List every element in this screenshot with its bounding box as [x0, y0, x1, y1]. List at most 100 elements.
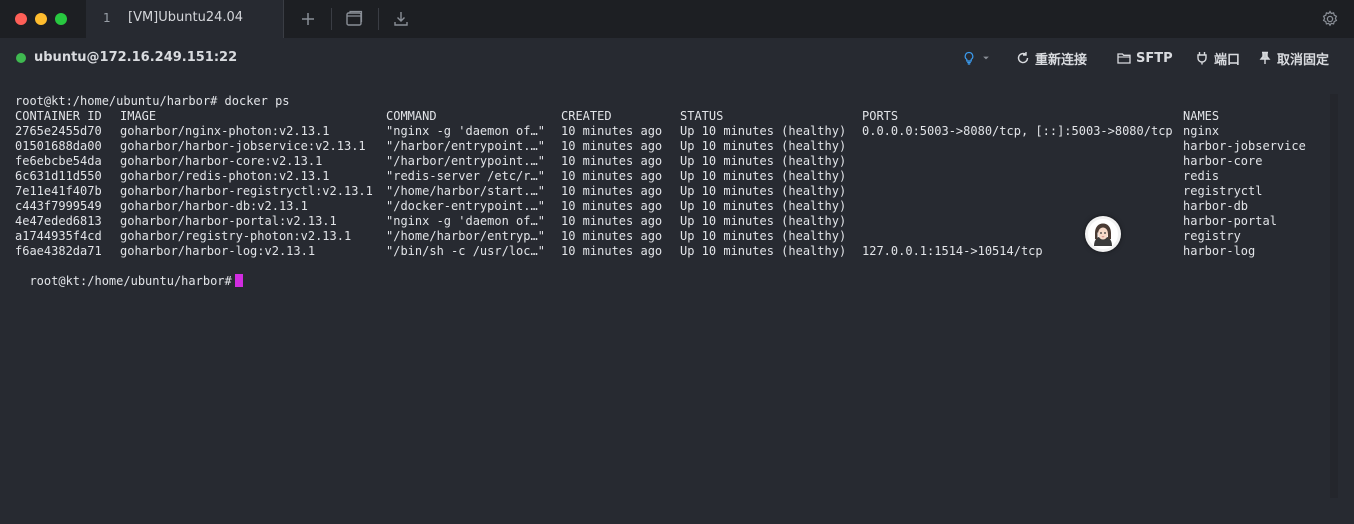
- cell-image: goharbor/harbor-portal:v2.13.1: [120, 214, 337, 228]
- cell-container-id: 7e11e41f407b: [15, 184, 102, 198]
- header-names: NAMES: [1183, 109, 1220, 123]
- header-container-id: CONTAINER ID: [15, 109, 102, 123]
- command-line: root@kt:/home/ubuntu/harbor# docker ps: [15, 94, 290, 108]
- cell-image: goharbor/registry-photon:v2.13.1: [120, 229, 352, 243]
- cell-container-id: a1744935f4cd: [15, 229, 102, 243]
- cell-container-id: 6c631d11d550: [15, 169, 102, 183]
- cell-image: goharbor/redis-photon:v2.13.1: [120, 169, 330, 183]
- cell-names: nginx: [1183, 124, 1220, 138]
- table-row: 4e47eded6813 goharbor/harbor-portal:v2.1…: [15, 214, 1277, 229]
- cell-status: Up 10 minutes (healthy): [680, 244, 847, 258]
- cell-status: Up 10 minutes (healthy): [680, 139, 847, 153]
- unpin-button[interactable]: 取消固定: [1258, 49, 1330, 68]
- avatar[interactable]: [1085, 216, 1121, 252]
- cell-created: 10 minutes ago: [561, 199, 663, 213]
- cell-created: 10 minutes ago: [561, 169, 663, 183]
- cell-names: registry: [1183, 229, 1241, 243]
- cell-container-id: c443f7999549: [15, 199, 102, 213]
- tab-title: [VM]Ubuntu24.04: [128, 10, 244, 25]
- cell-command: "/harbor/entrypoint.…": [386, 139, 545, 153]
- download-icon[interactable]: [391, 9, 411, 29]
- cell-status: Up 10 minutes (healthy): [680, 199, 847, 213]
- cell-created: 10 minutes ago: [561, 244, 663, 258]
- toolbar-divider: [331, 8, 332, 30]
- folder-icon: [1117, 53, 1131, 64]
- cell-status: Up 10 minutes (healthy): [680, 214, 847, 228]
- table-header: CONTAINER ID IMAGE COMMAND CREATED STATU…: [15, 109, 1219, 124]
- sftp-label: SFTP: [1136, 50, 1173, 66]
- port-forward-button[interactable]: 端口: [1195, 49, 1241, 68]
- maximize-window-button[interactable]: [55, 13, 67, 25]
- cell-image: goharbor/harbor-db:v2.13.1: [120, 199, 308, 213]
- table-row: fe6ebcbe54da goharbor/harbor-core:v2.13.…: [15, 154, 1262, 169]
- gear-icon[interactable]: [1320, 9, 1340, 29]
- cell-image: goharbor/nginx-photon:v2.13.1: [120, 124, 330, 138]
- table-row: 01501688da00 goharbor/harbor-jobservice:…: [15, 139, 1306, 154]
- cell-created: 10 minutes ago: [561, 214, 663, 228]
- prompt-line: root@kt:/home/ubuntu/harbor#: [15, 259, 243, 288]
- header-status: STATUS: [680, 109, 724, 123]
- cell-container-id: 2765e2455d70: [15, 124, 102, 138]
- connection-bar: ubuntu@172.16.249.151:22 重新连接 SFTP 端口 取消…: [0, 38, 1354, 78]
- cell-command: "/harbor/entrypoint.…": [386, 154, 545, 168]
- plug-icon: [1197, 52, 1207, 65]
- table-row: a1744935f4cd goharbor/registry-photon:v2…: [15, 229, 1241, 244]
- cell-names: harbor-log: [1183, 244, 1256, 258]
- cell-names: harbor-jobservice: [1183, 139, 1306, 153]
- cell-command: "/home/harbor/start.…": [386, 184, 545, 198]
- cell-status: Up 10 minutes (healthy): [680, 124, 847, 138]
- cell-ports: 127.0.0.1:1514->10514/tcp: [862, 244, 1043, 258]
- table-row: 2765e2455d70 goharbor/nginx-photon:v2.13…: [15, 124, 1219, 139]
- cell-names: harbor-db: [1183, 199, 1249, 213]
- cell-names: harbor-core: [1183, 154, 1263, 168]
- reconnect-label: 重新连接: [1035, 52, 1088, 68]
- table-row: f6ae4382da71 goharbor/harbor-log:v2.13.1…: [15, 244, 1255, 259]
- terminal-scrollbar[interactable]: [1330, 94, 1338, 498]
- table-row: c443f7999549 goharbor/harbor-db:v2.13.1 …: [15, 199, 1248, 214]
- cell-image: goharbor/harbor-jobservice:v2.13.1: [120, 139, 366, 153]
- cell-command: "/docker-entrypoint.…": [386, 199, 545, 213]
- cell-container-id: 4e47eded6813: [15, 214, 102, 228]
- title-bar: 1 [VM]Ubuntu24.04: [0, 0, 1354, 38]
- tips-dropdown[interactable]: [962, 49, 991, 67]
- table-row: 6c631d11d550 goharbor/redis-photon:v2.13…: [15, 169, 1219, 184]
- cell-status: Up 10 minutes (healthy): [680, 154, 847, 168]
- cell-ports: 0.0.0.0:5003->8080/tcp, [::]:5003->8080/…: [862, 124, 1173, 138]
- cell-status: Up 10 minutes (healthy): [680, 184, 847, 198]
- cell-created: 10 minutes ago: [561, 139, 663, 153]
- unpin-label: 取消固定: [1277, 52, 1330, 68]
- cell-container-id: fe6ebcbe54da: [15, 154, 102, 168]
- cell-created: 10 minutes ago: [561, 229, 663, 243]
- cell-image: goharbor/harbor-core:v2.13.1: [120, 154, 323, 168]
- cell-command: "nginx -g 'daemon of…": [386, 124, 545, 138]
- table-row: 7e11e41f407b goharbor/harbor-registryctl…: [15, 184, 1262, 199]
- port-label: 端口: [1214, 52, 1241, 68]
- cell-command: "nginx -g 'daemon of…": [386, 214, 545, 228]
- prompt-text: root@kt:/home/ubuntu/harbor#: [29, 274, 232, 288]
- terminal-cursor: [234, 274, 243, 287]
- header-ports: PORTS: [862, 109, 899, 123]
- header-image: IMAGE: [120, 109, 157, 123]
- close-window-button[interactable]: [15, 13, 27, 25]
- sftp-button[interactable]: SFTP: [1117, 49, 1173, 67]
- header-command: COMMAND: [386, 109, 437, 123]
- cell-created: 10 minutes ago: [561, 124, 663, 138]
- cell-command: "/bin/sh -c /usr/loc…": [386, 244, 545, 258]
- connection-status-dot: [16, 53, 26, 63]
- cell-container-id: 01501688da00: [15, 139, 102, 153]
- cell-status: Up 10 minutes (healthy): [680, 169, 847, 183]
- tab-ubuntu[interactable]: 1 [VM]Ubuntu24.04: [86, 0, 284, 38]
- new-window-icon[interactable]: [344, 9, 364, 29]
- cell-names: registryctl: [1183, 184, 1263, 198]
- minimize-window-button[interactable]: [35, 13, 47, 25]
- tab-number: 1: [103, 11, 111, 25]
- cell-names: redis: [1183, 169, 1220, 183]
- cell-container-id: f6ae4382da71: [15, 244, 102, 258]
- lightbulb-icon: [964, 51, 974, 65]
- cell-names: harbor-portal: [1183, 214, 1277, 228]
- cell-created: 10 minutes ago: [561, 154, 663, 168]
- plus-icon[interactable]: [298, 9, 318, 29]
- cell-status: Up 10 minutes (healthy): [680, 229, 847, 243]
- reconnect-button[interactable]: 重新连接: [1016, 49, 1088, 68]
- cell-created: 10 minutes ago: [561, 184, 663, 198]
